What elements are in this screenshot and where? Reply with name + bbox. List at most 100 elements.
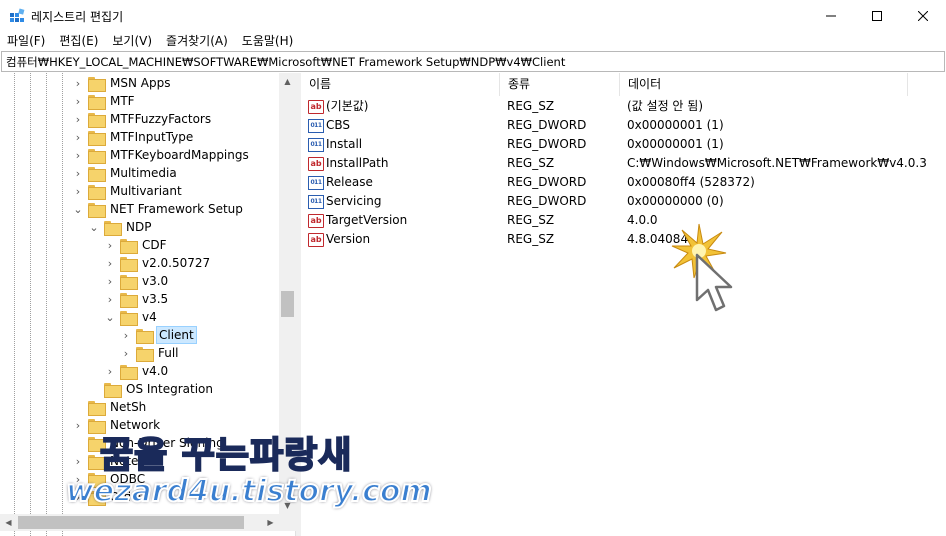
expand-chevron-icon[interactable]: ›: [120, 344, 132, 362]
tree-node[interactable]: › v2.0.50727: [104, 254, 212, 272]
tree-scroll-thumb[interactable]: [281, 291, 294, 317]
expand-chevron-icon[interactable]: ›: [72, 92, 84, 110]
tree-node[interactable]: › CDF: [104, 236, 169, 254]
expand-chevron-icon[interactable]: ›: [104, 290, 116, 308]
collapse-chevron-icon[interactable]: ⌄: [104, 308, 116, 326]
collapse-chevron-icon[interactable]: ⌄: [88, 218, 100, 236]
tree-node-label[interactable]: OS Integration: [124, 381, 215, 397]
tree-node[interactable]: › v3.0: [104, 272, 170, 290]
scroll-left-arrow-icon[interactable]: ◀: [0, 514, 17, 531]
scroll-right-arrow-icon[interactable]: ▶: [262, 514, 279, 531]
tree-node-label[interactable]: MSN Apps: [108, 75, 172, 91]
tree-node-label[interactable]: Full: [156, 345, 181, 361]
expand-chevron-icon[interactable]: ›: [72, 164, 84, 182]
address-bar[interactable]: 컴퓨터₩HKEY_LOCAL_MACHINE₩SOFTWARE₩Microsof…: [1, 51, 945, 72]
values-list[interactable]: 이름 종류 데이터 ab (기본값) REG_SZ (값 설정 안 됨) 011 CBS R…: [301, 73, 946, 536]
address-path[interactable]: 컴퓨터₩HKEY_LOCAL_MACHINE₩SOFTWARE₩Microsof…: [6, 54, 565, 70]
value-name-cell[interactable]: 011 Install: [308, 135, 498, 154]
tree-node-label[interactable]: v4: [140, 309, 159, 325]
tree-node-label[interactable]: MTFKeyboardMappings: [108, 147, 251, 163]
tree-node-label[interactable]: Client: [156, 326, 197, 344]
folder-icon: [104, 382, 122, 398]
close-button[interactable]: [900, 0, 946, 31]
value-name-cell[interactable]: ab Version: [308, 230, 498, 249]
value-name-cell[interactable]: 011 Servicing: [308, 192, 498, 211]
tree-node-label[interactable]: MTFFuzzyFactors: [108, 111, 213, 127]
value-row[interactable]: ab InstallPath REG_SZ C:₩Windows₩Microsoft.…: [301, 154, 946, 173]
tree-node[interactable]: ⌄ v4: [104, 308, 159, 326]
window-title: 레지스트리 편집기: [31, 10, 124, 24]
tree-node[interactable]: › Multivariant: [72, 182, 184, 200]
tree-node[interactable]: › MTFFuzzyFactors: [72, 110, 213, 128]
value-name-cell[interactable]: ab TargetVersion: [308, 211, 498, 230]
value-row[interactable]: 011 Release REG_DWORD 0x00080ff4 (528372): [301, 173, 946, 192]
minimize-button[interactable]: [808, 0, 854, 31]
maximize-button[interactable]: [854, 0, 900, 31]
tree-node[interactable]: › MTFInputType: [72, 128, 195, 146]
menu-favorites[interactable]: 즐겨찾기(A): [159, 31, 235, 51]
tree-node-label[interactable]: v3.0: [140, 273, 170, 289]
expand-chevron-icon[interactable]: ›: [72, 452, 84, 470]
scroll-up-arrow-icon[interactable]: ▲: [279, 73, 296, 90]
tree-node-label[interactable]: Multivariant: [108, 183, 184, 199]
value-row[interactable]: ab (기본값) REG_SZ (값 설정 안 됨): [301, 97, 946, 116]
value-row[interactable]: 011 Install REG_DWORD 0x00000001 (1): [301, 135, 946, 154]
collapse-chevron-icon[interactable]: ⌄: [72, 200, 84, 218]
tree-node-label[interactable]: MTFInputType: [108, 129, 195, 145]
tree-node-label[interactable]: MTF: [108, 93, 137, 109]
value-row[interactable]: 011 Servicing REG_DWORD 0x00000000 (0): [301, 192, 946, 211]
title-bar: 레지스트리 편집기: [0, 0, 946, 31]
tree-node-label[interactable]: v2.0.50727: [140, 255, 212, 271]
expand-chevron-icon[interactable]: ›: [72, 182, 84, 200]
value-row[interactable]: 011 CBS REG_DWORD 0x00000001 (1): [301, 116, 946, 135]
expand-chevron-icon[interactable]: ›: [104, 362, 116, 380]
column-header-data[interactable]: 데이터: [620, 73, 908, 96]
expand-chevron-icon[interactable]: ›: [104, 254, 116, 272]
folder-icon: [88, 94, 106, 110]
tree-node-label[interactable]: v4.0: [140, 363, 170, 379]
tree-node[interactable]: NetSh: [72, 398, 148, 416]
tree-node[interactable]: › v4.0: [104, 362, 170, 380]
tree-node[interactable]: › Multimedia: [72, 164, 179, 182]
value-name-cell[interactable]: 011 Release: [308, 173, 498, 192]
tree-node[interactable]: › v3.5: [104, 290, 170, 308]
expand-chevron-icon[interactable]: ›: [104, 236, 116, 254]
tree-node[interactable]: ⌄ NET Framework Setup: [72, 200, 245, 218]
tree-node-label[interactable]: NetSh: [108, 399, 148, 415]
menu-edit[interactable]: 편집(E): [52, 31, 105, 51]
menu-help[interactable]: 도움말(H): [235, 31, 301, 51]
tree-node[interactable]: › MTFKeyboardMappings: [72, 146, 251, 164]
value-name-cell[interactable]: ab InstallPath: [308, 154, 498, 173]
expand-chevron-icon[interactable]: ›: [120, 326, 132, 344]
expand-chevron-icon[interactable]: ›: [104, 272, 116, 290]
tree-node[interactable]: OS Integration: [88, 380, 215, 398]
tree-node[interactable]: ⌄ NDP: [88, 218, 153, 236]
expand-chevron-icon[interactable]: ›: [72, 146, 84, 164]
expand-chevron-icon[interactable]: ›: [72, 416, 84, 434]
tree-node[interactable]: › MTF: [72, 92, 137, 110]
tree-hscroll-thumb[interactable]: [18, 516, 244, 529]
tree-node[interactable]: › Client: [120, 326, 197, 344]
tree-node-label[interactable]: NDP: [124, 219, 153, 235]
value-name-cell[interactable]: ab (기본값): [308, 97, 498, 116]
folder-icon: [136, 346, 154, 362]
tree-horizontal-scrollbar[interactable]: ◀ ▶: [0, 514, 296, 531]
column-header-name[interactable]: 이름: [301, 73, 500, 96]
expand-chevron-icon[interactable]: ›: [72, 110, 84, 128]
tree-node[interactable]: › MSN Apps: [72, 74, 172, 92]
tree-node-label[interactable]: Multimedia: [108, 165, 179, 181]
tree-node[interactable]: › Full: [120, 344, 181, 362]
value-row[interactable]: ab TargetVersion REG_SZ 4.0.0: [301, 211, 946, 230]
expand-chevron-icon[interactable]: ›: [72, 74, 84, 92]
column-header-type[interactable]: 종류: [500, 73, 620, 96]
menu-view[interactable]: 보기(V): [105, 31, 159, 51]
value-type: REG_SZ: [507, 156, 555, 170]
tree-node-label[interactable]: NET Framework Setup: [108, 201, 245, 217]
folder-icon: [120, 292, 138, 308]
value-name-cell[interactable]: 011 CBS: [308, 116, 498, 135]
value-row[interactable]: ab Version REG_SZ 4.8.04084: [301, 230, 946, 249]
menu-file[interactable]: 파일(F): [0, 31, 52, 51]
tree-node-label[interactable]: v3.5: [140, 291, 170, 307]
tree-node-label[interactable]: CDF: [140, 237, 169, 253]
expand-chevron-icon[interactable]: ›: [72, 128, 84, 146]
